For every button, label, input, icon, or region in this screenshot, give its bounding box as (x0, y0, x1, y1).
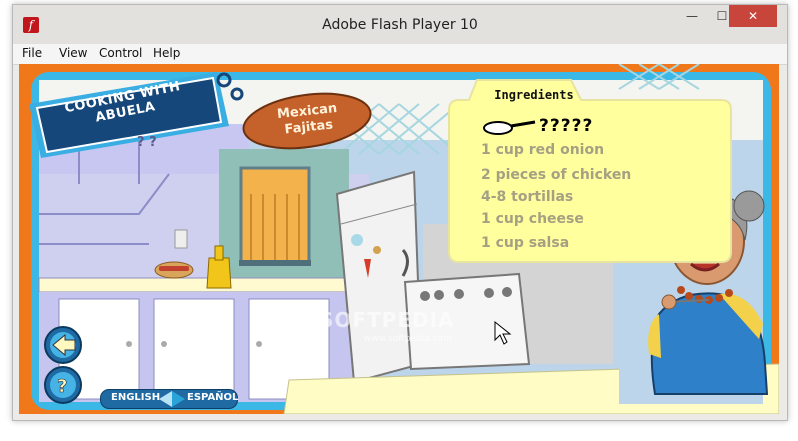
ingredients-title: Ingredients (494, 88, 574, 102)
language-spanish[interactable]: ESPAÑOL (187, 392, 238, 403)
back-arrow-button[interactable] (44, 326, 82, 364)
ingredient-item[interactable]: 2 pieces of chicken (481, 167, 631, 183)
close-button[interactable]: ✕ (729, 5, 777, 27)
language-toggle[interactable]: ENGLISH ESPAÑOL (100, 389, 238, 409)
help-question-icon: ? (57, 376, 67, 397)
title-bar[interactable]: f Adobe Flash Player 10 — ☐ ✕ (13, 5, 787, 44)
cabinet-knob-1 (126, 341, 132, 347)
softpedia-watermark-url: www.softpedia.com (364, 334, 452, 344)
menu-bar: File View Control Help (13, 44, 787, 65)
fridge-magnet-orange (373, 246, 381, 254)
flash-stage[interactable]: ? ? ? COOKING WITH ABUELA Mexican Fajita… (19, 64, 779, 414)
ingredient-item[interactable]: 4-8 tortillas (481, 189, 573, 205)
mustard-bottle-icon[interactable] (206, 257, 232, 289)
cabinet-knob-2 (161, 341, 167, 347)
menu-file[interactable]: File (22, 46, 42, 60)
menu-control[interactable]: Control (99, 46, 142, 60)
ingredient-item[interactable]: 1 cup cheese (481, 211, 584, 227)
cabinet-knob-3 (256, 341, 262, 347)
cabinet-door-2 (153, 298, 235, 400)
counter-top (38, 277, 360, 293)
flash-player-window: f Adobe Flash Player 10 — ☐ ✕ File View … (12, 4, 788, 421)
ingredient-item[interactable]: 1 cup red onion (481, 142, 604, 158)
ingredient-item[interactable]: 1 cup salsa (481, 235, 569, 251)
menu-view[interactable]: View (59, 46, 87, 60)
language-english[interactable]: ENGLISH (111, 392, 160, 403)
ingredients-question-marks: ????? (539, 116, 594, 136)
window-sill (239, 260, 311, 266)
wall-outlet (174, 229, 188, 249)
cabinet-question-marks: ? ? (137, 135, 157, 150)
menu-help[interactable]: Help (153, 46, 180, 60)
softpedia-watermark: SOFTPEDIA (319, 308, 455, 332)
window-title: Adobe Flash Player 10 (322, 17, 478, 33)
minimize-button[interactable]: — (677, 5, 707, 27)
arrow-right-icon[interactable] (172, 391, 185, 407)
fridge-magnet-blue (351, 234, 363, 246)
arrow-left-icon[interactable] (159, 391, 172, 407)
